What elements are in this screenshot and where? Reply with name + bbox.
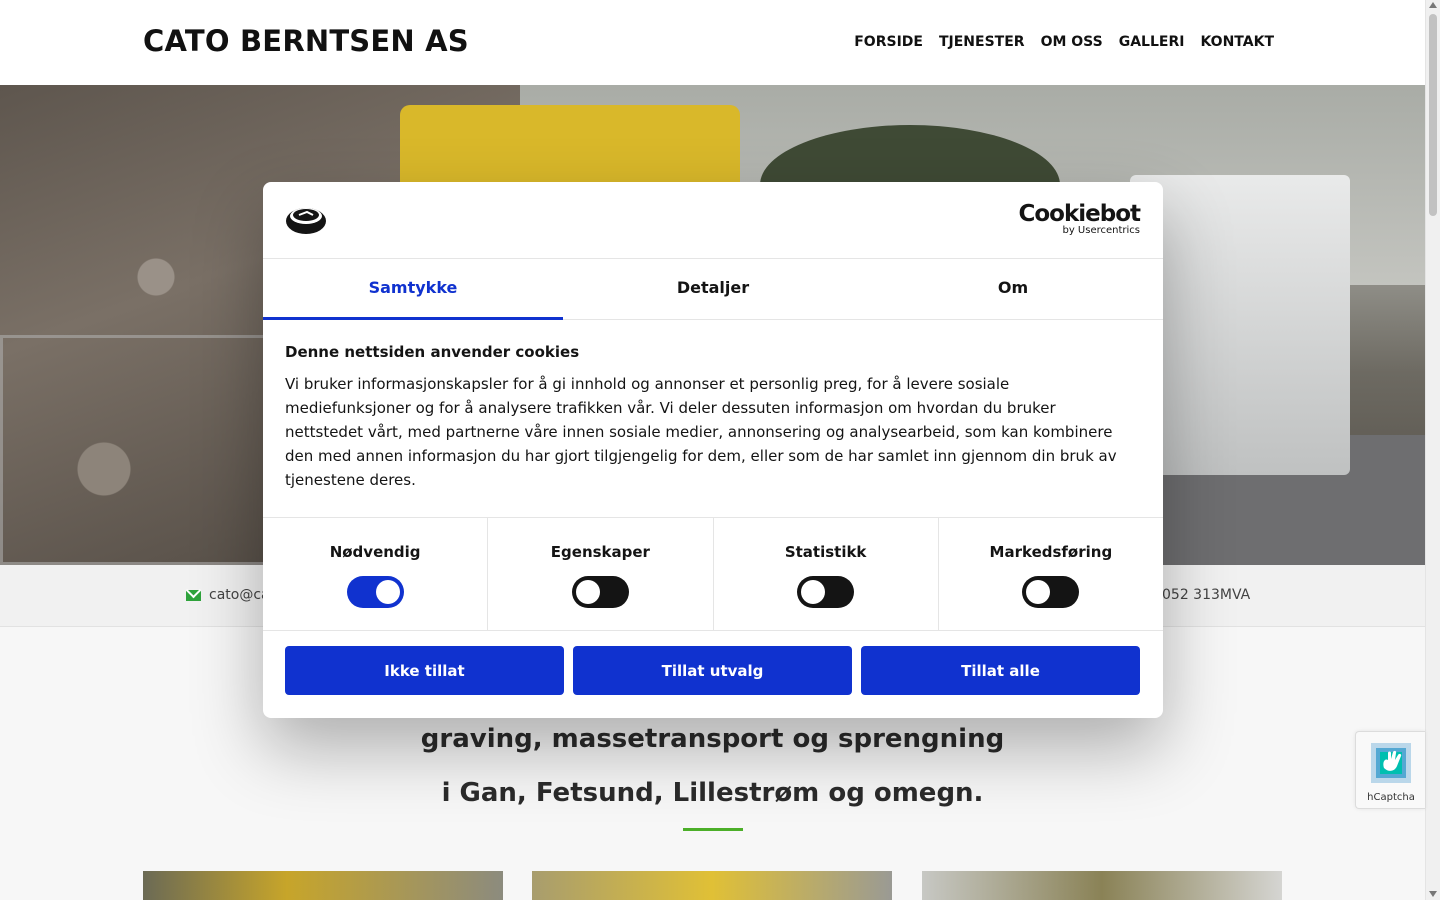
cookie-dialog-text: Vi bruker informasjonskapsler for å gi i… bbox=[285, 375, 1117, 489]
toggle-cell-egenskaper: Egenskaper bbox=[488, 518, 714, 630]
hcaptcha-hand-icon bbox=[1371, 743, 1411, 783]
cookie-dialog-title: Denne nettsiden anvender cookies bbox=[285, 343, 580, 361]
toggle-egenskaper[interactable] bbox=[571, 576, 629, 608]
tab-samtykke[interactable]: Samtykke bbox=[263, 259, 563, 320]
hcaptcha-badge[interactable]: hCaptcha bbox=[1355, 731, 1425, 809]
toggle-label: Egenskaper bbox=[550, 543, 650, 561]
tab-detaljer[interactable]: Detaljer bbox=[563, 259, 863, 319]
toggle-markedsforing[interactable] bbox=[1022, 576, 1080, 608]
tab-om[interactable]: Om bbox=[863, 259, 1163, 319]
cookiebot-logo-icon bbox=[286, 208, 326, 234]
allow-selection-button[interactable]: Tillat utvalg bbox=[573, 646, 852, 695]
toggle-label: Statistikk bbox=[784, 543, 867, 561]
cookie-consent-dialog: Cookiebot by Usercentrics Samtykke Detal… bbox=[263, 182, 1163, 718]
cookie-category-toggles: Nødvendig Egenskaper Statistikk Markedsf… bbox=[263, 517, 1163, 631]
toggle-cell-nodvendig: Nødvendig bbox=[263, 518, 489, 630]
toggle-cell-markedsforing: Markedsføring bbox=[939, 518, 1163, 630]
cookiebot-brand[interactable]: Cookiebot by Usercentrics bbox=[1018, 201, 1141, 236]
toggle-label: Nødvendig bbox=[329, 543, 421, 561]
page-scrollbar[interactable] bbox=[1425, 0, 1440, 900]
toggle-nodvendig[interactable] bbox=[346, 576, 404, 608]
scroll-up-arrow-icon[interactable] bbox=[1429, 2, 1437, 8]
scroll-down-arrow-icon[interactable] bbox=[1429, 891, 1437, 897]
toggle-label: Markedsføring bbox=[989, 543, 1113, 561]
allow-all-button[interactable]: Tillat alle bbox=[861, 646, 1140, 695]
toggle-cell-statistikk: Statistikk bbox=[714, 518, 939, 630]
cookie-tabs: Samtykke Detaljer Om bbox=[263, 259, 1163, 320]
scroll-thumb[interactable] bbox=[1429, 14, 1437, 216]
hcaptcha-label: hCaptcha bbox=[1367, 792, 1415, 803]
cookie-buttons: Ikke tillat Tillat utvalg Tillat alle bbox=[285, 646, 1140, 695]
deny-button[interactable]: Ikke tillat bbox=[285, 646, 564, 695]
cookiebot-wordmark: Cookiebot bbox=[1018, 201, 1141, 227]
cookie-dialog-header: Cookiebot by Usercentrics bbox=[263, 182, 1163, 259]
cookie-dialog-body: Denne nettsiden anvender cookies Vi bruk… bbox=[285, 343, 1135, 492]
toggle-statistikk[interactable] bbox=[797, 576, 855, 608]
